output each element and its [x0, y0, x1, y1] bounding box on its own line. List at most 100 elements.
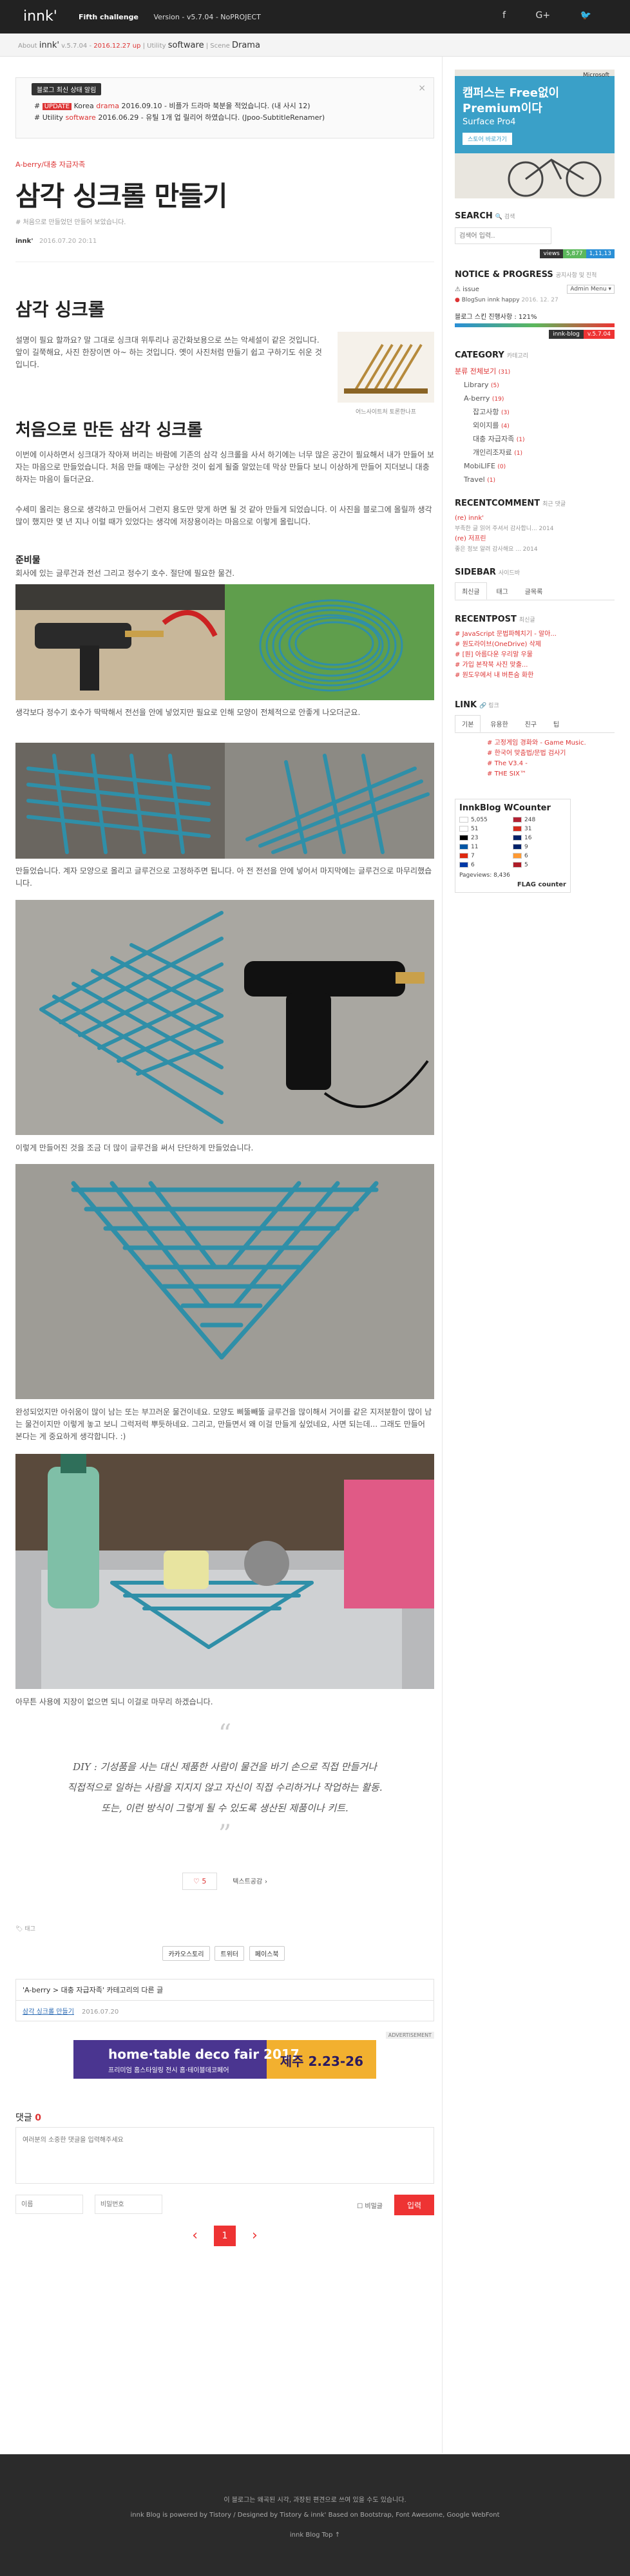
notice-item[interactable]: # Utility software 2016.06.29 - 유틸 1개 업 … — [34, 112, 426, 123]
quote-close-icon: ” — [218, 1820, 232, 1849]
ad-store-button[interactable]: 스토어 바로가기 — [463, 133, 512, 145]
tab-link-tip[interactable]: 팁 — [546, 715, 566, 732]
comment-name-input[interactable] — [15, 2195, 83, 2214]
next-page-button[interactable]: › — [252, 2228, 258, 2244]
photo-triangle-gluegun — [15, 900, 434, 1135]
comment-submit-button[interactable]: 입력 — [394, 2195, 434, 2215]
flag-entry: 6 — [459, 862, 513, 868]
post-author[interactable]: innk' — [15, 238, 33, 245]
recent-post-item[interactable]: # 원도우에서 내 버튼숨 화한 — [455, 671, 615, 681]
related-posts: 'A-berry > 대충 자급자족' 카테고리의 다른 글 삼각 싱크롤 만들… — [15, 1979, 434, 2021]
link-item[interactable]: # 고정게임 경화와 - Game Music. — [487, 738, 615, 749]
footer-top-link[interactable]: innk Blog Top ↑ — [0, 2532, 630, 2539]
link-item[interactable]: # 한국어 맞춤법/문법 검사기 — [487, 749, 615, 759]
search-title: SEARCH 🔍 검색 — [455, 211, 515, 221]
subbar-brand[interactable]: innk' — [39, 41, 59, 50]
post-date: 2016.07.20 20:11 — [39, 238, 97, 245]
share-facebook-button[interactable]: 페이스북 — [249, 1946, 285, 1961]
ad-label-row: ADVERTISEMENT — [15, 2030, 434, 2039]
recent-post-item[interactable]: # JavaScript 문법파헤치기 - 알아... — [455, 629, 615, 640]
tab-tags[interactable]: 태그 — [489, 582, 515, 600]
update-badge: UPDATE — [42, 103, 72, 110]
related-link[interactable]: 삼각 싱크롤 만들기 — [23, 2008, 74, 2016]
subbar-drama-link[interactable]: Drama — [232, 41, 260, 50]
tab-link-basic[interactable]: 기본 — [455, 715, 481, 732]
category-item[interactable]: MobiLIFE (0) — [455, 460, 615, 473]
issue-item[interactable]: ● BlogSun innk happy 2016. 12. 27 — [455, 297, 615, 303]
ad-banner[interactable]: home·table deco fair 2017 프리미엄 홈스타일링 전시 … — [73, 2040, 376, 2079]
diy-quote: DIY : 기성품을 사는 대신 제품한 사람이 물건을 바기 손으로 직접 만… — [15, 1757, 434, 1818]
category-item[interactable]: 분류 전체보기 (31) — [455, 365, 615, 379]
notice-item[interactable]: # UPDATE Korea drama 2016.09.10 - 비플가 드라… — [34, 100, 426, 112]
flag-counter-widget[interactable]: InnkBlog WCounter 5,055 248 51 31 23 16 11 9 7 6 6… — [455, 799, 571, 893]
ad-date: 제주 2.23-26 — [280, 2054, 363, 2069]
link-item[interactable]: # The V3.4 - — [487, 759, 615, 769]
recent-post-item[interactable]: # 원도라이브(OneDrive) 삭제 — [455, 640, 615, 650]
current-page[interactable]: 1 — [214, 2226, 236, 2246]
flag-entry: 11 — [459, 844, 513, 850]
category-item[interactable]: Travel (1) — [455, 473, 615, 487]
subbar-utility-label: | Utility — [142, 43, 166, 50]
category-item[interactable]: 외이지를 (4) — [455, 419, 615, 433]
sidebar-tabs: 최신글 태그 글목록 — [455, 582, 615, 600]
like-button[interactable]: ♡ 5 — [182, 1873, 218, 1890]
search-widget: SEARCH🔍 검색 views5,8771,11,13 — [455, 211, 615, 258]
search-input[interactable] — [455, 227, 551, 244]
category-item[interactable]: 대충 자급자족 (1) — [455, 433, 615, 446]
tab-link-useful[interactable]: 유용한 — [483, 715, 515, 732]
flag-icon — [513, 853, 522, 859]
flag-entry: 248 — [513, 817, 566, 823]
main-content: 블로그 최신 상태 알림 × # UPDATE Korea drama 2016… — [15, 77, 434, 2246]
category-item[interactable]: A-berry (19) — [455, 392, 615, 406]
thumbnail-caption: 어느사이트처 토론한나프 — [356, 409, 416, 415]
category-item[interactable]: Library (5) — [455, 379, 615, 392]
share-twitter-button[interactable]: 트위터 — [215, 1946, 244, 1961]
tab-post-list[interactable]: 글목록 — [518, 582, 550, 600]
recent-post-item[interactable]: # 가입 본작북 사진 맞출... — [455, 660, 615, 671]
post-category[interactable]: A-berry/대충 자급자족 — [15, 159, 434, 169]
sidebar-ad[interactable]: Microsoft 캠퍼스는 Free없이 Premium이다 Surface … — [455, 70, 615, 198]
tab-link-friend[interactable]: 친구 — [518, 715, 544, 732]
google-plus-icon[interactable]: G+ — [536, 10, 551, 21]
nav-item-fifth-challenge[interactable]: Fifth challenge — [79, 13, 138, 21]
pageviews: Pageviews: 8,436 — [459, 872, 510, 879]
notice-list: # UPDATE Korea drama 2016.09.10 - 비플가 드라… — [34, 100, 426, 123]
ad-subtitle: 프리미엄 홈스타일링 전시 홈·테이블데코페어 — [108, 2067, 229, 2074]
link-item[interactable]: # THE SIX™ — [487, 769, 615, 779]
recent-comment-item[interactable]: (re) 저프린 좋은 정보 알려 감사해요 ... 2014 — [455, 534, 615, 555]
brand-logo[interactable]: innk' — [23, 8, 57, 24]
comment-textarea[interactable] — [15, 2127, 434, 2184]
prev-page-button[interactable]: ‹ — [192, 2228, 198, 2244]
secret-checkbox[interactable]: ☐ 비밀글 — [357, 2200, 383, 2210]
facebook-icon[interactable]: f — [502, 10, 506, 21]
bicycle-image — [508, 158, 602, 197]
recent-post-item[interactable]: # [원] 아름다운 우리말 우물 — [455, 650, 615, 660]
link-title: LINK 🔗 링크 — [455, 700, 499, 710]
column-divider — [442, 57, 443, 2453]
recentpost-title: RECENTPOST 최신글 — [455, 615, 535, 624]
twitter-icon[interactable]: 🐦 — [580, 10, 591, 21]
link-icon: 🔗 — [479, 703, 487, 709]
share-kakaostory-button[interactable]: 카카오스토리 — [162, 1946, 210, 1961]
link-widget: LINK 🔗 링크 기본 유용한 친구 팁 # 고정게임 경화와 - Game M… — [455, 700, 615, 779]
subbar-date: 2016.12.27 up — [93, 43, 141, 50]
issue-row: ⚠ issue Admin Menu ▾ — [455, 285, 615, 294]
ad-line-1: 캠퍼스는 Free없이 — [463, 86, 560, 100]
nav-item-version[interactable]: Version - v5.7.04 - NoPROJECT — [153, 13, 260, 21]
category-item[interactable]: 개인리조자료 (1) — [455, 446, 615, 460]
admin-menu-select[interactable]: Admin Menu ▾ — [567, 285, 615, 294]
comment-password-input[interactable] — [94, 2195, 162, 2214]
subbar-software-link[interactable]: software — [168, 41, 204, 50]
tag-label[interactable]: 텍스트공감 — [233, 1878, 262, 1885]
chevron-right-icon: › — [265, 1878, 267, 1885]
category-title: CATEGORY 카테고리 — [455, 350, 528, 360]
close-icon[interactable]: × — [418, 83, 426, 93]
flag-icon — [459, 853, 468, 859]
tab-recent-posts[interactable]: 최신글 — [455, 582, 487, 600]
flag-entry: 5 — [513, 862, 566, 868]
recent-comment-item[interactable]: (re) innk' 부족한 글 읽어 주셔서 감사합니... 2014 — [455, 513, 615, 534]
category-item[interactable]: 잡고사항 (3) — [455, 406, 615, 419]
recent-posts-list: # JavaScript 문법파헤치기 - 알아... # 원도라이브(OneD… — [455, 629, 615, 681]
sidebar-tabs-widget: SIDEBAR 사이드바 최신글 태그 글목록 — [455, 568, 615, 600]
quote-line: 또는, 이런 방식이 그렇게 될 수 있도록 생산된 제품이나 키트. — [101, 1802, 348, 1814]
